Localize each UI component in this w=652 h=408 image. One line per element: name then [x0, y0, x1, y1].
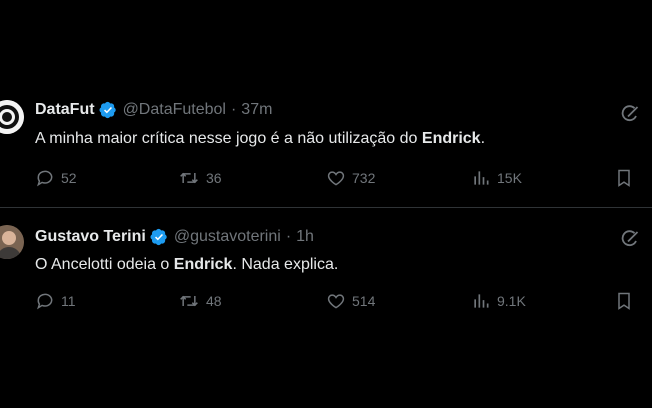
mention-endrick: Endrick [173, 256, 233, 273]
like-button[interactable]: 514 [326, 291, 375, 311]
bookmark-icon [618, 292, 630, 310]
heart-icon [327, 294, 345, 309]
retweet-icon [180, 172, 198, 184]
like-count: 732 [352, 170, 376, 186]
author-handle[interactable]: @gustavoterini [174, 228, 281, 246]
tweet-header: DataFut @DataFutebol · 37m [35, 100, 272, 120]
verified-badge-icon [150, 228, 168, 246]
reply-button[interactable]: 11 [35, 291, 76, 311]
tweet-text: A minha maior crítica nesse jogo é a não… [35, 130, 486, 147]
tweet[interactable]: Gustavo Terini @gustavoterini · 1h O Anc… [0, 207, 652, 321]
avatar[interactable] [0, 225, 24, 259]
reply-count: 52 [61, 170, 77, 186]
tweet[interactable]: DataFut @DataFutebol · 37m A minha maior… [0, 86, 652, 206]
separator-dot: · [285, 228, 292, 245]
bookmark-icon [618, 169, 630, 187]
retweet-count: 48 [206, 293, 222, 309]
grok-icon[interactable] [620, 229, 640, 249]
author-handle[interactable]: @DataFutebol [123, 101, 226, 119]
tweet-actions: 11 48 514 9.1K [0, 291, 652, 313]
views-count: 15K [497, 170, 522, 186]
retweet-icon [180, 295, 198, 307]
grok-icon[interactable] [620, 104, 640, 124]
verified-badge-icon [99, 101, 117, 119]
reply-icon [37, 170, 53, 187]
reply-count: 11 [61, 293, 76, 309]
heart-icon [327, 171, 345, 186]
views-button[interactable]: 15K [471, 168, 522, 188]
author-name[interactable]: DataFut [35, 101, 95, 119]
reply-icon [37, 293, 53, 310]
views-icon [474, 171, 489, 185]
bookmark-button[interactable] [614, 291, 640, 311]
separator-dot: · [230, 101, 237, 118]
like-button[interactable]: 732 [326, 168, 375, 188]
reply-button[interactable]: 52 [35, 168, 77, 188]
timestamp[interactable]: 37m [241, 101, 272, 119]
tweet-header: Gustavo Terini @gustavoterini · 1h [35, 227, 314, 247]
retweet-button[interactable]: 36 [178, 168, 222, 188]
tweet-text: O Ancelotti odeia o Endrick. Nada explic… [35, 256, 339, 273]
views-button[interactable]: 9.1K [471, 291, 526, 311]
like-count: 514 [352, 293, 376, 309]
views-icon [474, 294, 489, 308]
author-name[interactable]: Gustavo Terini [35, 228, 146, 246]
retweet-button[interactable]: 48 [178, 291, 222, 311]
timestamp[interactable]: 1h [296, 228, 314, 246]
retweet-count: 36 [206, 170, 222, 186]
mention-endrick: Endrick [421, 130, 481, 147]
avatar[interactable] [0, 100, 24, 134]
views-count: 9.1K [497, 293, 526, 309]
tweet-actions: 52 36 732 15K [0, 168, 652, 190]
bookmark-button[interactable] [614, 168, 640, 188]
